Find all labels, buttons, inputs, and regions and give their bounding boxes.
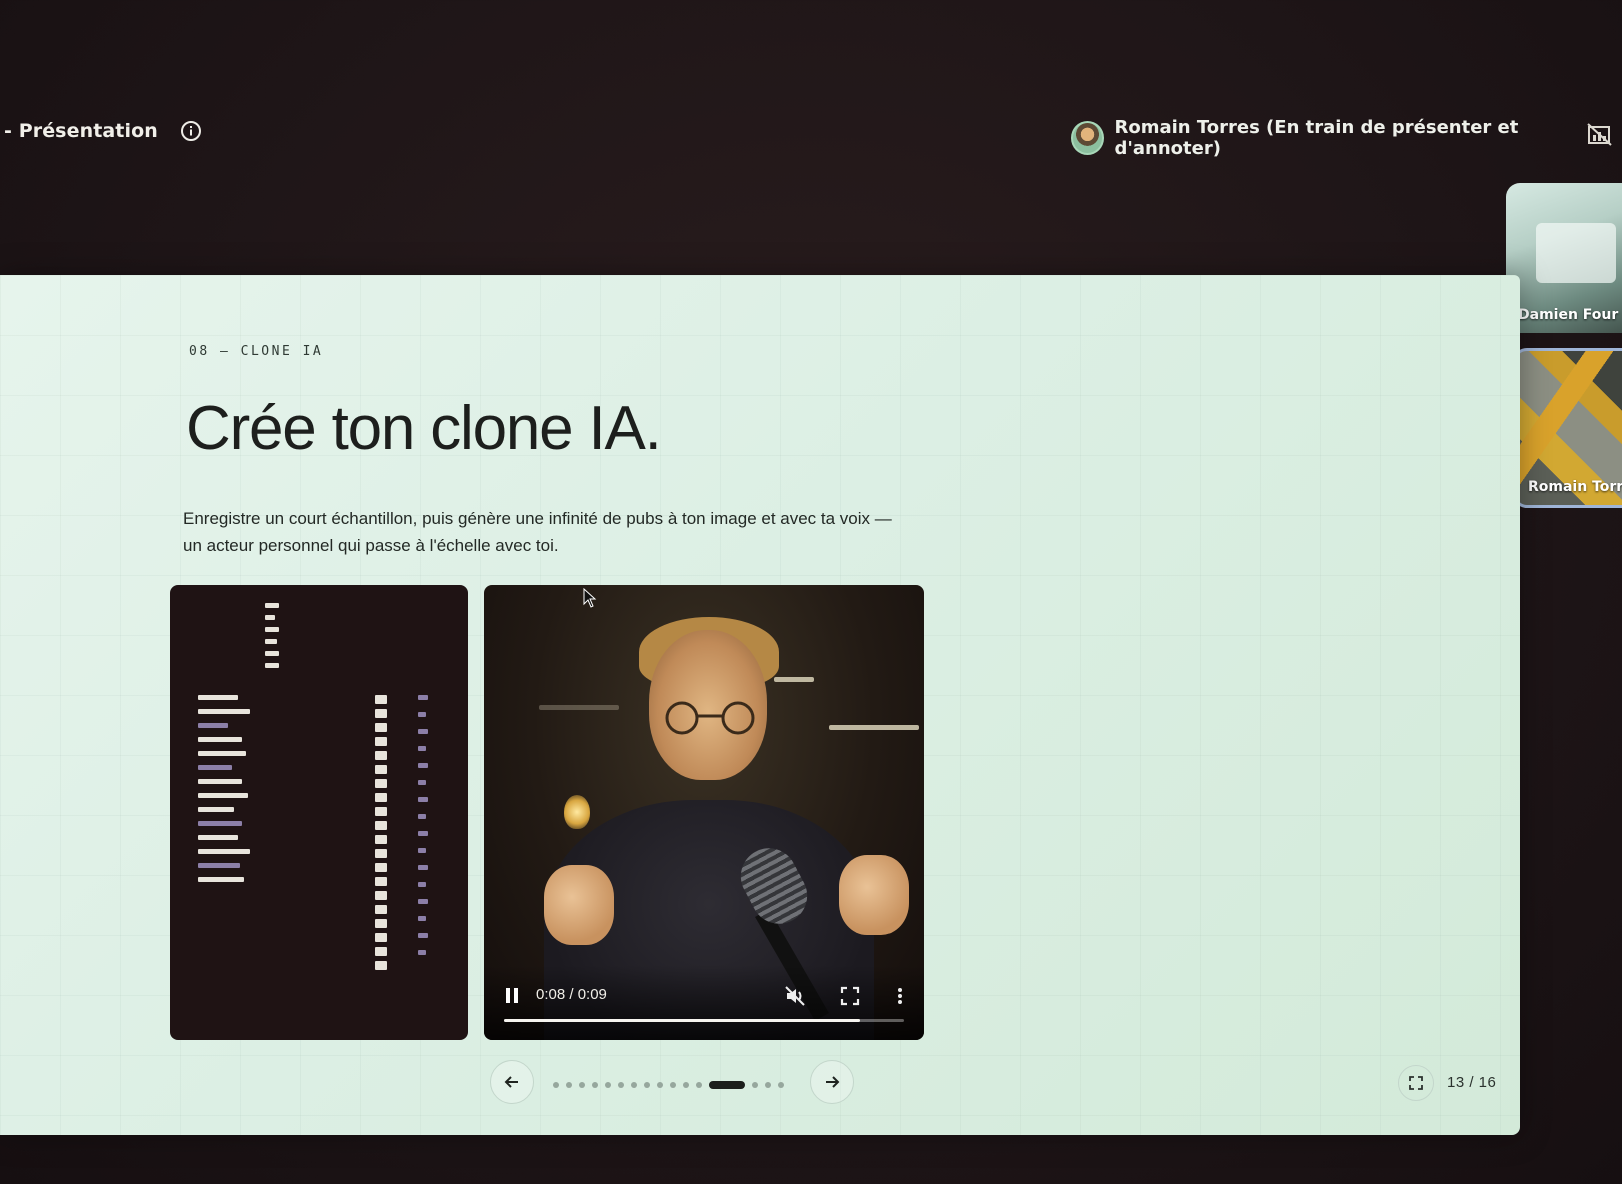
slide-body: Enregistre un court échantillon, puis gé… bbox=[183, 509, 892, 555]
pagination-dot[interactable] bbox=[631, 1082, 637, 1088]
meeting-title-bar: - Présentation bbox=[4, 120, 202, 142]
video-player[interactable]: 0:08 / 0:09 bbox=[484, 585, 924, 1040]
fullscreen-icon bbox=[1409, 1076, 1423, 1090]
pagination-dot[interactable] bbox=[683, 1082, 689, 1088]
pagination-dot[interactable] bbox=[765, 1082, 771, 1088]
arrow-right-icon bbox=[826, 1076, 840, 1088]
more-vert-icon[interactable] bbox=[889, 985, 911, 1007]
pagination-dot[interactable] bbox=[778, 1082, 784, 1088]
pagination-dot[interactable] bbox=[696, 1082, 702, 1088]
mouse-cursor-icon bbox=[583, 588, 597, 608]
glasses-shape bbox=[665, 701, 755, 735]
pagination-dot[interactable] bbox=[670, 1082, 676, 1088]
presented-slide: 08 — CLONE IA Crée ton clone IA. Enregis… bbox=[0, 275, 1520, 1135]
pagination-dot[interactable] bbox=[644, 1082, 650, 1088]
speaker-hand-right bbox=[839, 855, 909, 935]
slide-counter: 13 / 16 bbox=[1447, 1074, 1497, 1091]
pagination-dot[interactable] bbox=[592, 1082, 598, 1088]
background-lamp bbox=[564, 795, 590, 829]
previous-slide-button[interactable] bbox=[490, 1060, 534, 1104]
pagination-dot[interactable] bbox=[618, 1082, 624, 1088]
video-progress-bar[interactable] bbox=[504, 1019, 904, 1022]
participant-name: Damien Four bbox=[1518, 307, 1619, 323]
participant-video bbox=[1536, 223, 1616, 283]
presenter-indicator: Romain Torres (En train de présenter et … bbox=[1071, 117, 1622, 159]
pagination-dot[interactable] bbox=[752, 1082, 758, 1088]
participant-tile-active[interactable]: Romain Torr bbox=[1513, 348, 1622, 508]
slide-pagination bbox=[553, 1081, 784, 1089]
fullscreen-icon[interactable] bbox=[839, 985, 861, 1007]
presenter-name: Romain Torres (En train de présenter et … bbox=[1114, 117, 1519, 159]
video-time: 0:08 / 0:09 bbox=[536, 986, 607, 1003]
volume-off-icon[interactable] bbox=[784, 985, 806, 1007]
pause-icon[interactable] bbox=[504, 987, 520, 1005]
pagination-dot[interactable] bbox=[605, 1082, 611, 1088]
audio-sample-preview bbox=[170, 585, 468, 1040]
video-progress-fill bbox=[504, 1019, 860, 1022]
pagination-dot[interactable] bbox=[657, 1082, 663, 1088]
next-slide-button[interactable] bbox=[810, 1060, 854, 1104]
meeting-title: - Présentation bbox=[4, 120, 158, 142]
pagination-dot[interactable] bbox=[553, 1082, 559, 1088]
video-controls: 0:08 / 0:09 bbox=[484, 965, 924, 1040]
presentation-off-icon[interactable] bbox=[1587, 123, 1613, 147]
pagination-dot[interactable] bbox=[579, 1082, 585, 1088]
avatar bbox=[1071, 121, 1105, 155]
participant-tile[interactable]: Damien Four bbox=[1506, 183, 1622, 333]
pagination-dot[interactable] bbox=[566, 1082, 572, 1088]
info-icon[interactable] bbox=[180, 120, 202, 142]
slide-title: Crée ton clone IA. bbox=[186, 394, 662, 463]
pagination-dot-active[interactable] bbox=[709, 1081, 745, 1089]
arrow-left-icon bbox=[504, 1076, 518, 1088]
slide-fullscreen-button[interactable] bbox=[1398, 1065, 1434, 1101]
speaker-hand-left bbox=[544, 865, 614, 945]
participant-name: Romain Torr bbox=[1528, 479, 1622, 495]
slide-eyebrow: 08 — CLONE IA bbox=[189, 344, 324, 359]
